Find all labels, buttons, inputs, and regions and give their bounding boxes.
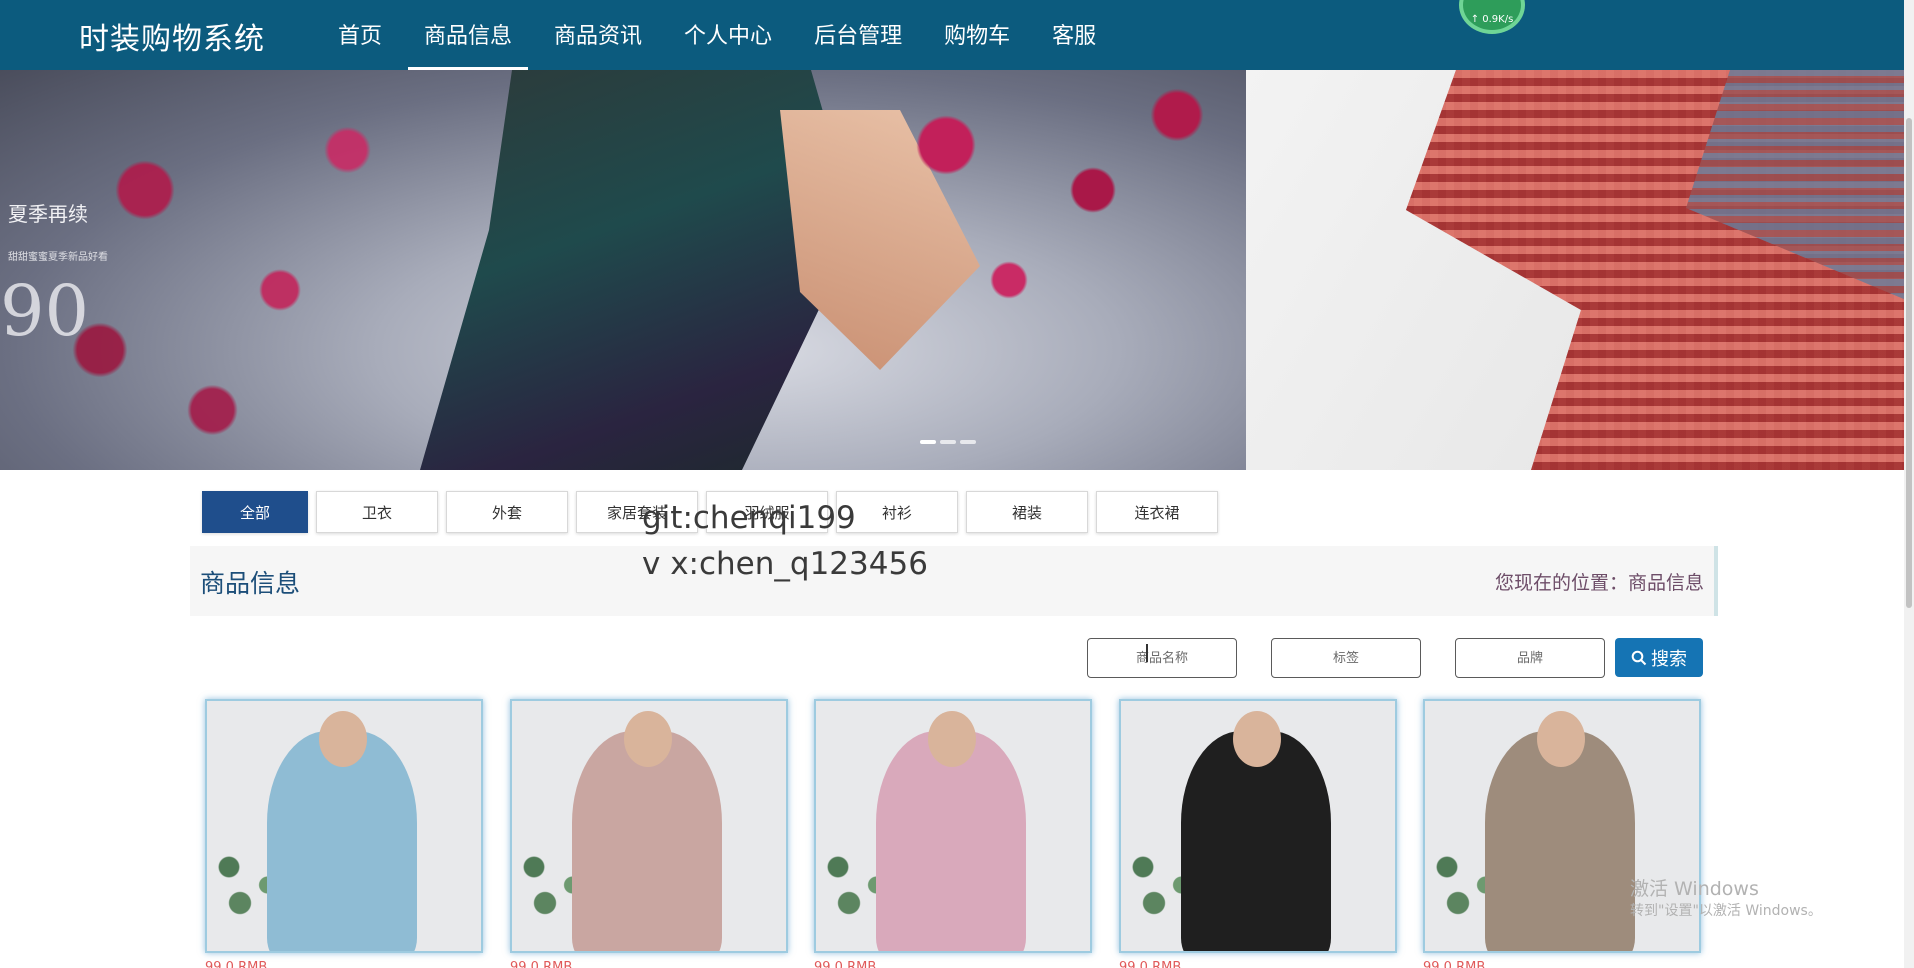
- nav-support[interactable]: 客服: [1036, 0, 1112, 70]
- tag-input[interactable]: [1271, 638, 1421, 678]
- main-nav: 首页 商品信息 商品资讯 个人中心 后台管理 购物车 客服: [322, 0, 1122, 70]
- product-model-head: [1537, 711, 1585, 767]
- text-cursor: [1146, 644, 1148, 662]
- windows-activation-title: 激活 Windows: [1630, 878, 1759, 900]
- top-navigation-bar: 时装购物系统 首页 商品信息 商品资讯 个人中心 后台管理 购物车 客服 ↑ 0…: [0, 0, 1904, 70]
- product-card[interactable]: [1119, 699, 1397, 953]
- banner-caption-subtitle: 甜甜蜜蜜夏季新品好看: [8, 252, 108, 263]
- product-price: 99.0 RMB: [1423, 960, 1486, 968]
- product-card[interactable]: [814, 699, 1092, 953]
- product-card[interactable]: [205, 699, 483, 953]
- brand-input[interactable]: [1455, 638, 1605, 678]
- banner-carousel[interactable]: 夏季再续 甜甜蜜蜜夏季新品好看 90: [0, 70, 1904, 470]
- product-model-head: [624, 711, 672, 767]
- section-header: 商品信息 您现在的位置：商品信息: [190, 546, 1718, 616]
- scrollbar-thumb[interactable]: [1906, 118, 1912, 608]
- carousel-dot[interactable]: [960, 440, 976, 444]
- network-speed-widget[interactable]: ↑ 0.9K/s: [1459, 0, 1525, 34]
- product-price: 99.0 RMB: [205, 960, 268, 968]
- breadcrumb: 您现在的位置：商品信息: [1494, 572, 1704, 594]
- product-model-head: [1233, 711, 1281, 767]
- category-hoodie[interactable]: 卫衣: [316, 491, 438, 533]
- carousel-indicators: [920, 440, 976, 444]
- product-name-input[interactable]: [1087, 638, 1237, 678]
- nav-products[interactable]: 商品信息: [408, 0, 529, 70]
- product-card[interactable]: [510, 699, 788, 953]
- nav-profile[interactable]: 个人中心: [668, 0, 788, 70]
- category-all[interactable]: 全部: [202, 491, 308, 533]
- search-icon: [1631, 650, 1647, 665]
- banner-flowers-right: [820, 70, 1240, 370]
- nav-admin[interactable]: 后台管理: [798, 0, 918, 70]
- banner-slide-1: 夏季再续 甜甜蜜蜜夏季新品好看 90: [0, 70, 1246, 470]
- windows-activation-subtitle: 转到"设置"以激活 Windows。: [1630, 903, 1822, 919]
- banner-caption-title: 夏季再续: [8, 202, 88, 226]
- nav-home[interactable]: 首页: [322, 0, 398, 70]
- product-model-head: [928, 711, 976, 767]
- category-coat[interactable]: 外套: [446, 491, 568, 533]
- carousel-dot[interactable]: [940, 440, 956, 444]
- page: 时装购物系统 首页 商品信息 商品资讯 个人中心 后台管理 购物车 客服 ↑ 0…: [0, 0, 1914, 968]
- product-price: 99.0 RMB: [814, 960, 877, 968]
- section-title: 商品信息: [200, 569, 301, 598]
- site-title[interactable]: 时装购物系统: [79, 14, 265, 58]
- category-dress[interactable]: 连衣裙: [1096, 491, 1218, 533]
- search-button[interactable]: 搜索: [1615, 638, 1703, 677]
- carousel-dot[interactable]: [920, 440, 936, 444]
- banner-slide-2: [1246, 70, 1904, 470]
- category-skirt[interactable]: 裙装: [966, 491, 1088, 533]
- overlay-text-git: git:chenqi199: [642, 500, 856, 536]
- overlay-text-wechat: v x:chen_q123456: [642, 546, 928, 582]
- search-button-label: 搜索: [1651, 648, 1687, 669]
- product-model-head: [319, 711, 367, 767]
- product-price: 99.0 RMB: [510, 960, 573, 968]
- banner-caption-number: 90: [0, 270, 90, 352]
- nav-cart[interactable]: 购物车: [928, 0, 1026, 70]
- product-price: 99.0 RMB: [1119, 960, 1182, 968]
- nav-news[interactable]: 商品资讯: [538, 0, 658, 70]
